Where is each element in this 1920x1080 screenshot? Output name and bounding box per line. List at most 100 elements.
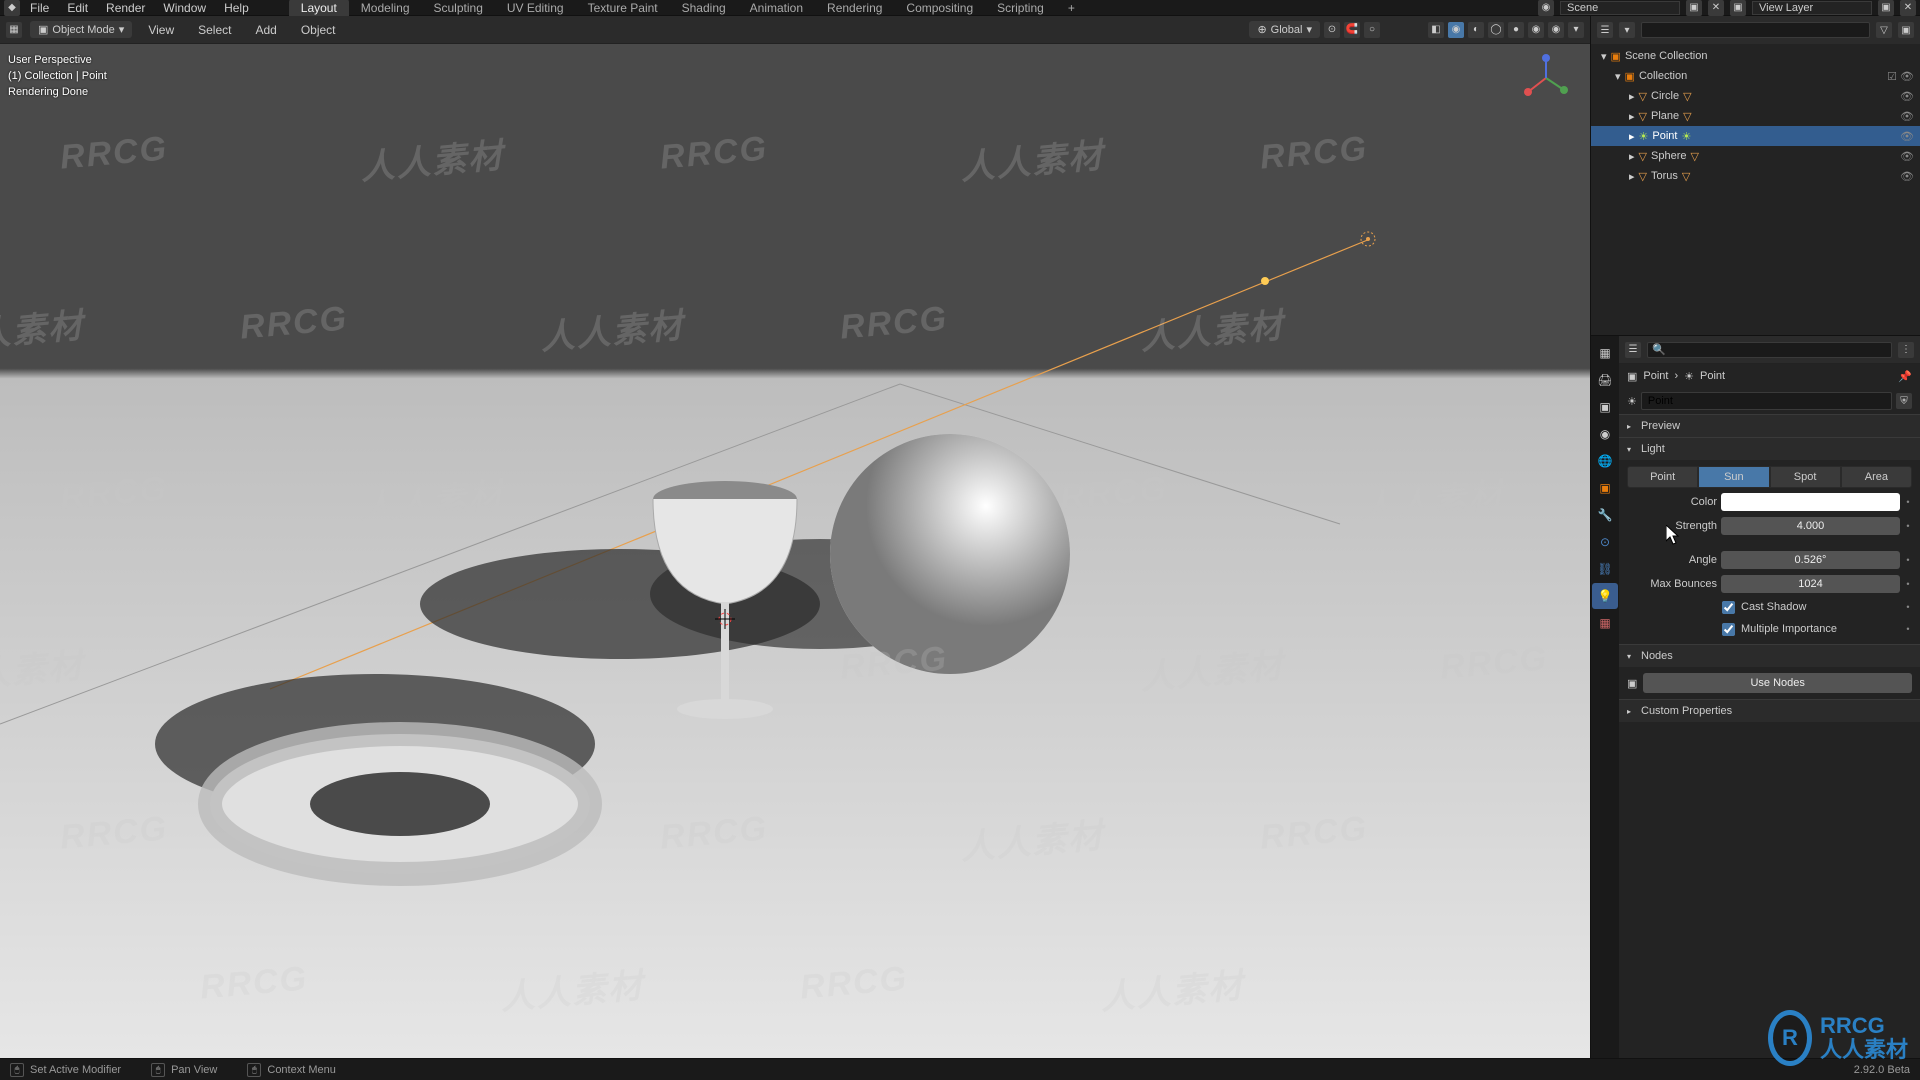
- properties-options-icon[interactable]: ⋮: [1898, 342, 1914, 358]
- tab-texture-paint[interactable]: Texture Paint: [576, 0, 670, 17]
- prop-tab-modifiers[interactable]: 🔧: [1592, 502, 1618, 528]
- tree-vis-icons[interactable]: 👁: [1900, 90, 1914, 103]
- strength-field[interactable]: [1721, 517, 1900, 535]
- prop-tab-object[interactable]: ▣: [1592, 475, 1618, 501]
- tab-animation[interactable]: Animation: [738, 0, 815, 17]
- panel-nodes-header[interactable]: ▾Nodes: [1619, 645, 1920, 667]
- outliner-filter-icon[interactable]: ▽: [1876, 22, 1892, 38]
- tree-vis-icons[interactable]: 👁: [1900, 150, 1914, 163]
- tab-rendering[interactable]: Rendering: [815, 0, 894, 17]
- outliner-tree[interactable]: ▾▣ Scene Collection ▾▣ Collection ☑ 👁 ▸▽…: [1591, 44, 1920, 335]
- light-type-sun[interactable]: Sun: [1698, 466, 1769, 488]
- prop-tab-physics[interactable]: ⊙: [1592, 529, 1618, 555]
- viewport-canvas[interactable]: RRCG 人人素材 RRCG 人人素材 RRCG 人人素材 RRCG 人人素材 …: [0, 44, 1590, 1058]
- tree-scene-collection[interactable]: ▾▣ Scene Collection: [1591, 46, 1920, 66]
- outliner-display-icon[interactable]: ▾: [1619, 22, 1635, 38]
- xray-icon[interactable]: ◐: [1468, 22, 1484, 38]
- properties-search[interactable]: 🔍: [1647, 342, 1892, 358]
- outliner-search[interactable]: [1641, 22, 1870, 38]
- shading-wireframe-icon[interactable]: ◯: [1488, 22, 1504, 38]
- light-type-area[interactable]: Area: [1841, 466, 1912, 488]
- prop-tab-data[interactable]: 💡: [1592, 583, 1618, 609]
- shading-rendered-icon[interactable]: ◉: [1548, 22, 1564, 38]
- viewport-menu-add[interactable]: Add: [247, 21, 284, 39]
- tab-uv-editing[interactable]: UV Editing: [495, 0, 576, 17]
- mode-dropdown[interactable]: ▣Object Mode▾: [30, 21, 132, 38]
- menu-window[interactable]: Window: [155, 0, 214, 17]
- tree-collection-toggles[interactable]: ☑ 👁: [1887, 70, 1914, 83]
- keyframe-dot[interactable]: •: [1904, 521, 1912, 531]
- datablock-name-field[interactable]: [1641, 392, 1892, 410]
- scene-new-icon[interactable]: ▣: [1686, 0, 1702, 16]
- tab-add[interactable]: +: [1056, 0, 1087, 17]
- prop-tab-texture[interactable]: ▦: [1592, 610, 1618, 636]
- panel-preview-header[interactable]: ▸Preview: [1619, 415, 1920, 437]
- viewport-menu-select[interactable]: Select: [190, 21, 239, 39]
- tree-item-point[interactable]: ▸☀ Point ☀ 👁: [1591, 126, 1920, 146]
- viewlayer-field[interactable]: [1752, 1, 1872, 15]
- viewport-menu-view[interactable]: View: [140, 21, 182, 39]
- properties-editor-icon[interactable]: ☰: [1625, 342, 1641, 358]
- orientation-dropdown[interactable]: ⊕Global▾: [1249, 21, 1320, 38]
- keyframe-dot[interactable]: •: [1904, 579, 1912, 589]
- light-type-spot[interactable]: Spot: [1770, 466, 1841, 488]
- app-icon[interactable]: ◆: [4, 0, 20, 16]
- pivot-icon[interactable]: ⊙: [1324, 22, 1340, 38]
- shading-dropdown-icon[interactable]: ▾: [1568, 22, 1584, 38]
- axes-gizmo[interactable]: [1522, 54, 1570, 102]
- overlay-icon[interactable]: ◉: [1448, 22, 1464, 38]
- breadcrumb-data[interactable]: Point: [1700, 370, 1725, 382]
- tab-sculpting[interactable]: Sculpting: [422, 0, 495, 17]
- viewlayer-del-icon[interactable]: ✕: [1900, 0, 1916, 16]
- shading-matprev-icon[interactable]: ◉: [1528, 22, 1544, 38]
- proportional-icon[interactable]: ○: [1364, 22, 1380, 38]
- tree-item-sphere[interactable]: ▸▽ Sphere ▽ 👁: [1591, 146, 1920, 166]
- shading-solid-icon[interactable]: ●: [1508, 22, 1524, 38]
- datablock-shield-icon[interactable]: ⛨: [1896, 393, 1912, 409]
- tree-vis-icons[interactable]: 👁: [1900, 110, 1914, 123]
- menu-file[interactable]: File: [22, 0, 57, 17]
- use-nodes-button[interactable]: Use Nodes: [1643, 673, 1912, 693]
- bounces-field[interactable]: [1721, 575, 1900, 593]
- tab-modeling[interactable]: Modeling: [349, 0, 422, 17]
- prop-tab-output[interactable]: 🖨: [1592, 367, 1618, 393]
- tab-compositing[interactable]: Compositing: [894, 0, 985, 17]
- keyframe-dot[interactable]: •: [1904, 624, 1912, 634]
- menu-edit[interactable]: Edit: [59, 0, 96, 17]
- scene-del-icon[interactable]: ✕: [1708, 0, 1724, 16]
- prop-tab-world[interactable]: 🌐: [1592, 448, 1618, 474]
- scene-field[interactable]: [1560, 1, 1680, 15]
- prop-tab-scene[interactable]: ◉: [1592, 421, 1618, 447]
- prop-tab-constraints[interactable]: ⛓: [1592, 556, 1618, 582]
- viewport-menu-object[interactable]: Object: [293, 21, 344, 39]
- keyframe-dot[interactable]: •: [1904, 602, 1912, 612]
- keyframe-dot[interactable]: •: [1904, 555, 1912, 565]
- outliner-editor-icon[interactable]: ☰: [1597, 22, 1613, 38]
- angle-field[interactable]: [1721, 551, 1900, 569]
- tree-collection[interactable]: ▾▣ Collection ☑ 👁: [1591, 66, 1920, 86]
- breadcrumb-object[interactable]: Point: [1643, 370, 1668, 382]
- cast-shadow-checkbox[interactable]: [1722, 601, 1735, 614]
- menu-help[interactable]: Help: [216, 0, 257, 17]
- gizmo-icon[interactable]: ◧: [1428, 22, 1444, 38]
- light-type-point[interactable]: Point: [1627, 466, 1698, 488]
- color-swatch[interactable]: [1721, 493, 1900, 511]
- tree-item-plane[interactable]: ▸▽ Plane ▽ 👁: [1591, 106, 1920, 126]
- outliner-new-collection-icon[interactable]: ▣: [1898, 22, 1914, 38]
- viewlayer-new-icon[interactable]: ▣: [1878, 0, 1894, 16]
- panel-light-header[interactable]: ▾Light: [1619, 438, 1920, 460]
- tree-vis-icons[interactable]: 👁: [1900, 130, 1914, 143]
- editor-type-icon[interactable]: ▦: [6, 22, 22, 38]
- pin-icon[interactable]: 📌: [1898, 370, 1912, 383]
- panel-custom-props-header[interactable]: ▸Custom Properties: [1619, 700, 1920, 722]
- tree-item-circle[interactable]: ▸▽ Circle ▽ 👁: [1591, 86, 1920, 106]
- prop-tab-render[interactable]: ▦: [1592, 340, 1618, 366]
- tab-layout[interactable]: Layout: [289, 0, 349, 17]
- tab-scripting[interactable]: Scripting: [985, 0, 1056, 17]
- tab-shading[interactable]: Shading: [670, 0, 738, 17]
- tree-vis-icons[interactable]: 👁: [1900, 170, 1914, 183]
- menu-render[interactable]: Render: [98, 0, 153, 17]
- multi-importance-checkbox[interactable]: [1722, 623, 1735, 636]
- prop-tab-viewlayer[interactable]: ▣: [1592, 394, 1618, 420]
- scene-icon[interactable]: ◉: [1538, 0, 1554, 16]
